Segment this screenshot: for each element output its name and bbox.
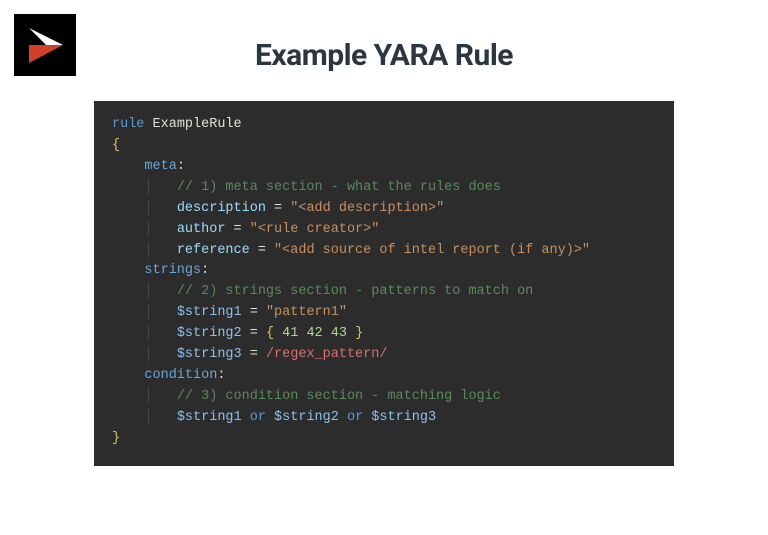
code-line-strings: strings:: [112, 261, 656, 282]
colon: :: [217, 368, 225, 383]
code-line-description: │ description = "<add description>": [112, 199, 656, 220]
code-line-condition-expr: │ $string1 or $string2 or $string3: [112, 408, 656, 429]
code-line-string1: │ $string1 = "pattern1": [112, 303, 656, 324]
cond-var3: $string3: [371, 410, 436, 425]
code-line-strings-comment: │ // 2) strings section - patterns to ma…: [112, 282, 656, 303]
cond-var1: $string1: [177, 410, 242, 425]
meta-description-val: "<add description>": [290, 201, 444, 216]
equals: =: [225, 222, 249, 237]
hex-open: {: [266, 326, 274, 341]
play-triangle-logo: [22, 22, 68, 68]
code-line-open-brace: {: [112, 136, 656, 157]
equals: =: [250, 243, 274, 258]
page-title: Example YARA Rule: [0, 0, 768, 73]
hex-bytes: 41 42 43: [274, 326, 355, 341]
section-meta: meta: [144, 159, 176, 174]
meta-author-key: author: [177, 222, 226, 237]
equals: =: [242, 305, 266, 320]
strings-comment: // 2) strings section - patterns to matc…: [177, 284, 533, 299]
equals: =: [266, 201, 290, 216]
cond-or1: or: [250, 410, 266, 425]
meta-description-key: description: [177, 201, 266, 216]
cond-or2: or: [347, 410, 363, 425]
section-condition: condition: [144, 368, 217, 383]
string1-val: "pattern1": [266, 305, 347, 320]
code-line-condition-comment: │ // 3) condition section - matching log…: [112, 387, 656, 408]
rule-name: ExampleRule: [153, 117, 242, 132]
meta-comment: // 1) meta section - what the rules does: [177, 180, 501, 195]
code-line-reference: │ reference = "<add source of intel repo…: [112, 241, 656, 262]
cond-var2: $string2: [274, 410, 339, 425]
equals: =: [242, 326, 266, 341]
close-brace: }: [112, 431, 120, 446]
logo-box: [14, 14, 76, 76]
string2-var: $string2: [177, 326, 242, 341]
keyword-rule: rule: [112, 117, 144, 132]
code-line-string2: │ $string2 = { 41 42 43 }: [112, 324, 656, 345]
code-line-condition: condition:: [112, 366, 656, 387]
code-line-author: │ author = "<rule creator>": [112, 220, 656, 241]
section-strings: strings: [144, 263, 201, 278]
condition-comment: // 3) condition section - matching logic: [177, 389, 501, 404]
string3-regex: /regex_pattern/: [266, 347, 388, 362]
meta-reference-val: "<add source of intel report (if any)>": [274, 243, 590, 258]
code-line-close-brace: }: [112, 429, 656, 450]
colon: :: [177, 159, 185, 174]
string3-var: $string3: [177, 347, 242, 362]
string1-var: $string1: [177, 305, 242, 320]
colon: :: [201, 263, 209, 278]
meta-reference-key: reference: [177, 243, 250, 258]
code-line-meta-comment: │ // 1) meta section - what the rules do…: [112, 178, 656, 199]
open-brace: {: [112, 138, 120, 153]
code-block: rule ExampleRule { meta: │ // 1) meta se…: [94, 101, 674, 466]
hex-close: }: [355, 326, 363, 341]
meta-author-val: "<rule creator>": [250, 222, 380, 237]
code-line-rule: rule ExampleRule: [112, 115, 656, 136]
equals: =: [242, 347, 266, 362]
code-line-string3: │ $string3 = /regex_pattern/: [112, 345, 656, 366]
code-line-meta: meta:: [112, 157, 656, 178]
